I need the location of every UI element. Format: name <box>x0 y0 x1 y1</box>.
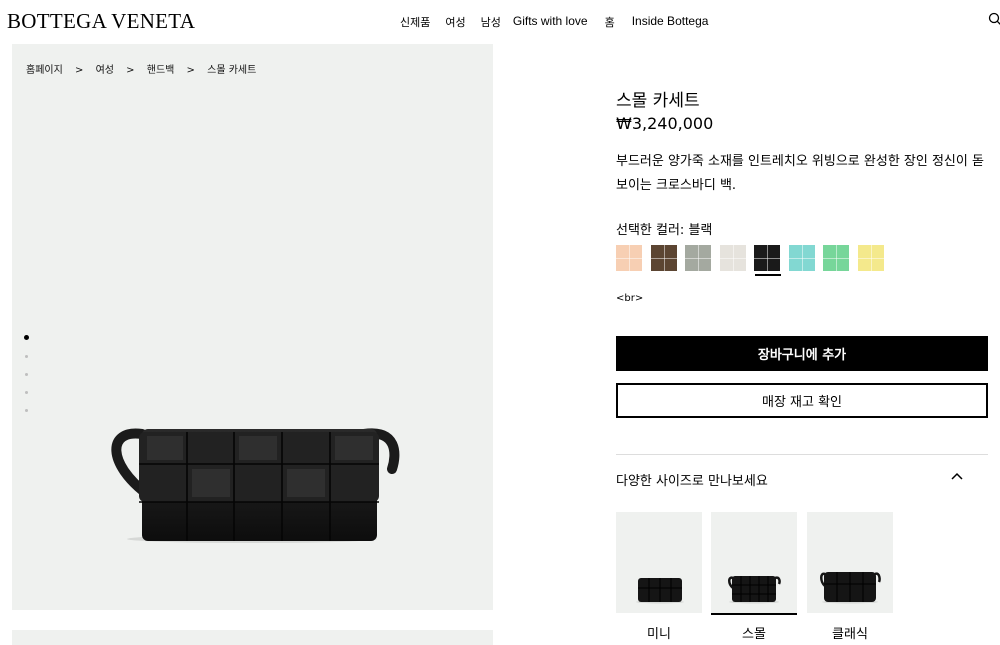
nav-item-new[interactable]: 신제품 <box>400 14 430 30</box>
chevron-up-icon[interactable] <box>950 471 964 481</box>
add-to-cart-button[interactable]: 장바구니에 추가 <box>616 336 988 371</box>
product-image-gallery[interactable]: 홈페이지 > 여성 > 핸드백 > 스몰 카세트 <box>12 44 493 610</box>
size-option-classic[interactable] <box>807 512 893 613</box>
breadcrumb-current: 스몰 카세트 <box>207 65 257 76</box>
gallery-pagination <box>24 335 31 427</box>
selected-size-indicator <box>711 613 797 615</box>
main-nav: 신제품 여성 남성 Gifts with love 홈 Inside Botte… <box>400 14 708 30</box>
color-swatch-selected[interactable] <box>754 245 780 271</box>
breadcrumb-handbags[interactable]: 핸드백 <box>147 65 175 76</box>
site-header: BOTTEGA VENETA 신제품 여성 남성 Gifts with love… <box>0 0 1000 44</box>
gallery-dot[interactable] <box>25 373 28 376</box>
nav-item-gifts[interactable]: Gifts with love <box>513 14 588 30</box>
size-small-image <box>728 576 781 604</box>
product-description: 부드러운 양가죽 소재를 인트레치오 위빙으로 완성한 장인 정신이 돋보이는 … <box>616 154 984 193</box>
breadcrumb: 홈페이지 > 여성 > 핸드백 > 스몰 카세트 <box>26 61 265 76</box>
gallery-dot-active[interactable] <box>24 335 29 340</box>
product-main-image <box>111 428 400 543</box>
color-swatch[interactable] <box>857 245 884 271</box>
breadcrumb-separator: > <box>75 65 84 76</box>
breadcrumb-separator: > <box>186 65 195 76</box>
check-store-stock-button[interactable]: 매장 재고 확인 <box>616 383 988 418</box>
breadcrumb-separator: > <box>126 65 135 76</box>
selected-swatch-indicator <box>755 274 781 276</box>
brand-logo[interactable]: BOTTEGA VENETA <box>7 9 195 34</box>
gallery-dot[interactable] <box>25 409 28 412</box>
search-icon[interactable] <box>988 12 1000 26</box>
color-swatch[interactable] <box>823 245 849 271</box>
divider <box>616 454 988 455</box>
breadcrumb-women[interactable]: 여성 <box>96 65 114 76</box>
size-classic-image <box>820 572 881 604</box>
size-option-small[interactable] <box>711 512 797 613</box>
nav-item-inside-bottega[interactable]: Inside Bottega <box>632 14 709 30</box>
color-swatch[interactable] <box>650 245 677 271</box>
stray-markup-text: <br> <box>616 293 644 304</box>
product-price: ₩3,240,000 <box>616 114 714 133</box>
product-title: 스몰 카세트 <box>616 91 700 111</box>
color-swatch[interactable] <box>788 245 815 271</box>
breadcrumb-home[interactable]: 홈페이지 <box>26 65 63 76</box>
selected-color-label: 선택한 컬러: 블랙 <box>616 223 713 238</box>
color-swatches <box>616 245 892 271</box>
nav-item-women[interactable]: 여성 <box>445 14 465 30</box>
size-label-mini[interactable]: 미니 <box>616 623 702 642</box>
size-mini-image <box>636 578 684 604</box>
color-swatch[interactable] <box>719 245 746 271</box>
gallery-dot[interactable] <box>25 355 28 358</box>
size-option-mini[interactable] <box>616 512 702 613</box>
color-swatch[interactable] <box>685 245 711 271</box>
nav-item-home[interactable]: 홈 <box>605 14 615 30</box>
sizes-heading[interactable]: 다양한 사이즈로 만나보세요 <box>616 470 768 489</box>
product-image-secondary[interactable] <box>12 630 493 645</box>
gallery-dot[interactable] <box>25 391 28 394</box>
nav-item-men[interactable]: 남성 <box>481 14 501 30</box>
size-label-small[interactable]: 스몰 <box>711 623 797 642</box>
color-swatch[interactable] <box>616 245 642 271</box>
size-label-classic[interactable]: 클래식 <box>807 623 893 642</box>
